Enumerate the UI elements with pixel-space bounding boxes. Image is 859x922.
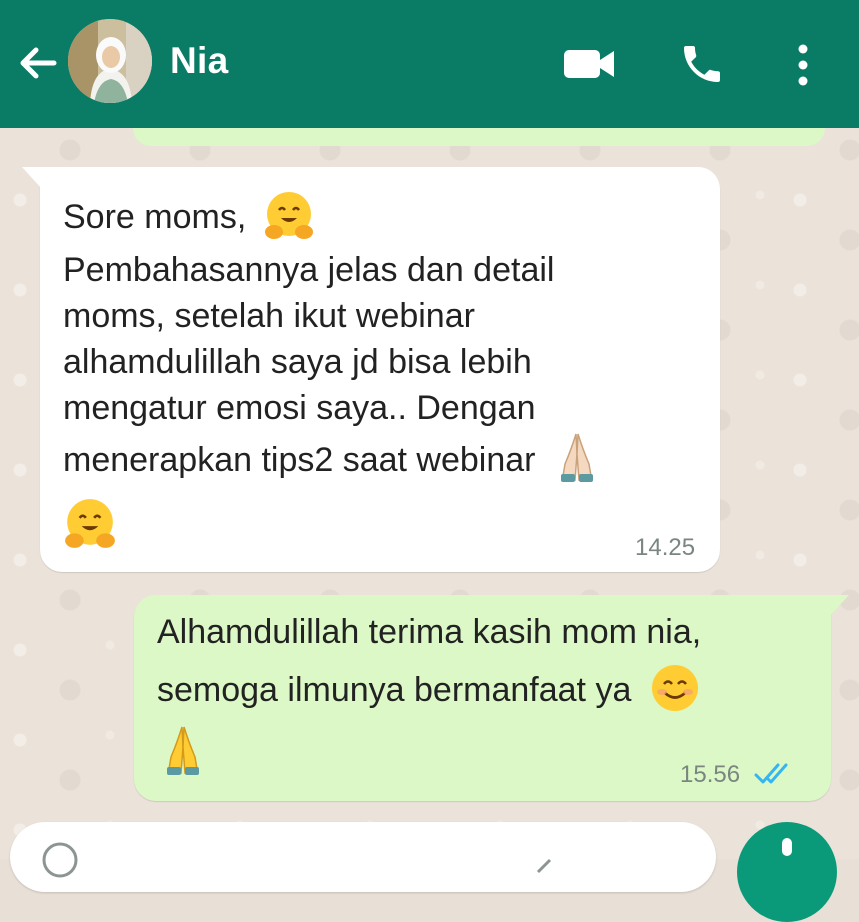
mic-button[interactable] — [737, 822, 837, 922]
message-input[interactable] — [10, 822, 716, 892]
message-line: alhamdulillah saya jd bisa lebih — [63, 343, 532, 381]
message-line: Pembahasannya jelas dan detail — [63, 251, 555, 289]
read-double-check-icon — [754, 763, 788, 784]
incoming-message-bubble[interactable]: Sore moms, Pembahasannya jelas dan detai… — [22, 167, 720, 572]
message-line: moms, setelah ikut webinar — [63, 297, 475, 335]
message-line: Sore moms, — [63, 192, 316, 242]
message-text: semoga ilmunya bermanfaat ya — [157, 671, 632, 709]
emoji-line — [62, 495, 118, 551]
hugging-face-emoji — [264, 192, 313, 240]
back-arrow-icon — [20, 47, 57, 79]
more-options-icon — [798, 44, 808, 86]
message-line: Alhamdulillah terima kasih mom nia, — [157, 613, 702, 651]
voice-call-button[interactable] — [678, 40, 726, 88]
emoji-line — [161, 723, 205, 777]
chat-header: Nia — [0, 0, 859, 128]
message-timestamp: 14.25 — [635, 534, 696, 561]
message-timestamp: 15.56 — [680, 761, 741, 788]
emoji-picker-icon[interactable] — [40, 840, 80, 880]
avatar-photo — [68, 19, 152, 103]
more-options-button[interactable] — [788, 40, 818, 90]
hugging-face-emoji — [65, 499, 115, 548]
message-line: menerapkan tips2 saat webinar — [63, 433, 599, 484]
contact-name[interactable]: Nia — [170, 40, 228, 82]
folded-hands-emoji — [560, 433, 593, 483]
bubble-tail — [829, 595, 849, 617]
phone-icon — [684, 46, 720, 82]
message-text: Sore moms, — [63, 198, 247, 236]
message-line: semoga ilmunya bermanfaat ya — [157, 665, 701, 714]
avatar[interactable] — [68, 19, 152, 103]
video-call-button[interactable] — [562, 44, 618, 84]
folded-hands-emoji — [167, 726, 199, 775]
video-call-icon — [564, 50, 614, 78]
back-button[interactable] — [14, 40, 62, 86]
message-text: menerapkan tips2 saat webinar — [63, 441, 536, 479]
smiling-face-emoji — [651, 665, 698, 712]
attach-icon[interactable] — [530, 852, 560, 882]
message-line: mengatur emosi saya.. Dengan — [63, 389, 536, 427]
mic-icon — [782, 838, 792, 856]
bubble-tail — [22, 167, 42, 189]
outgoing-message-bubble[interactable]: Alhamdulillah terima kasih mom nia, semo… — [134, 595, 849, 801]
